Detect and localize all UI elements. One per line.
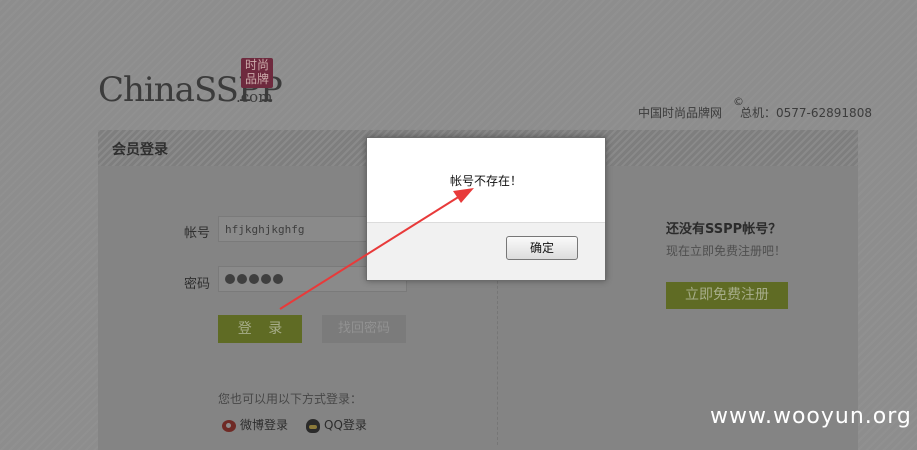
logo-seal-icon: 时尚 品牌 bbox=[241, 58, 273, 88]
qq-login-label: QQ登录 bbox=[324, 418, 367, 432]
weibo-login-link[interactable]: 微博登录 bbox=[222, 416, 288, 433]
password-dot bbox=[237, 274, 247, 284]
logo-suffix: .com bbox=[236, 88, 273, 106]
dialog-message: 帐号不存在！ bbox=[449, 174, 522, 188]
dialog-ok-button[interactable]: 确定 bbox=[506, 236, 578, 260]
password-dot bbox=[249, 274, 259, 284]
dialog-body: 帐号不存在！ bbox=[367, 138, 605, 223]
top-links: 中国时尚品牌网 总机：0577-62891808 bbox=[638, 104, 872, 121]
alert-dialog: 帐号不存在！ 确定 bbox=[366, 137, 606, 281]
register-title: 还没有SSPP帐号？ bbox=[666, 222, 782, 237]
other-login-hint: 您也可以用以下方式登录： bbox=[218, 392, 363, 406]
password-label: 密码 bbox=[184, 277, 211, 292]
panel-title: 会员登录 bbox=[112, 142, 168, 158]
retrieve-password-button[interactable]: 找回密码 bbox=[322, 315, 406, 343]
weibo-icon bbox=[222, 419, 236, 432]
login-button[interactable]: 登 录 bbox=[218, 315, 302, 343]
weibo-login-label: 微博登录 bbox=[240, 418, 289, 432]
hotline-text: 总机：0577-62891808 bbox=[740, 106, 872, 120]
qq-login-link[interactable]: QQ登录 bbox=[306, 416, 367, 433]
account-label: 帐号 bbox=[184, 226, 211, 241]
password-dot bbox=[273, 274, 283, 284]
register-subtitle: 现在立即免费注册吧！ bbox=[666, 244, 787, 258]
qq-icon bbox=[306, 418, 320, 433]
password-dot bbox=[225, 274, 235, 284]
password-dot bbox=[261, 274, 271, 284]
register-button[interactable]: 立即免费注册 bbox=[666, 282, 788, 309]
watermark: www.wooyun.org bbox=[710, 404, 912, 429]
site-name-link[interactable]: 中国时尚品牌网 bbox=[638, 106, 722, 120]
